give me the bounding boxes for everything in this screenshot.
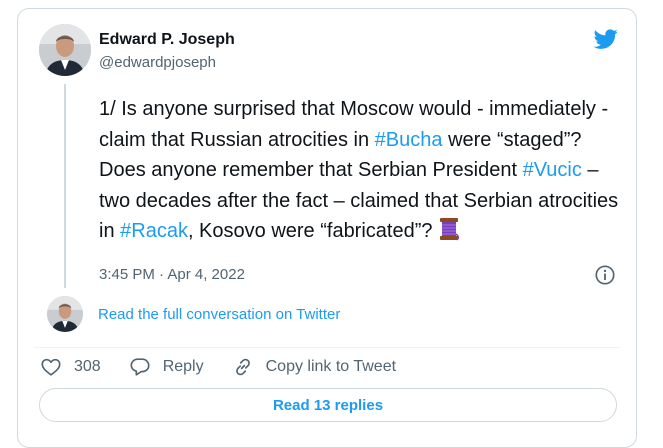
- hashtag-bucha[interactable]: #Bucha: [375, 129, 443, 151]
- like-count: 308: [74, 358, 101, 375]
- author-name[interactable]: Edward P. Joseph: [99, 31, 235, 49]
- link-icon: [235, 358, 250, 376]
- heart-icon: [41, 358, 61, 376]
- read-replies-button[interactable]: Read 13 replies: [39, 388, 617, 422]
- tweet-text-segment: , Kosovo were “fabricated”?: [187, 220, 439, 242]
- twitter-bird-icon[interactable]: [592, 27, 620, 51]
- conversation-avatar[interactable]: [47, 296, 83, 332]
- divider: [34, 347, 620, 348]
- like-button[interactable]: 308: [40, 356, 101, 378]
- spool-of-thread-icon: [438, 217, 460, 251]
- copy-link-label: Copy link to Tweet: [265, 358, 397, 375]
- author-handle[interactable]: @edwardpjoseph: [99, 54, 216, 71]
- tweet-timestamp[interactable]: 3:45 PM · Apr 4, 2022: [99, 266, 245, 283]
- copy-link-button[interactable]: Copy link to Tweet: [232, 356, 396, 378]
- info-icon[interactable]: [594, 264, 616, 286]
- tweet-card: Edward P. Joseph @edwardpjoseph 1/ Is an…: [17, 8, 637, 448]
- author-avatar[interactable]: [39, 24, 91, 76]
- tweet-text: 1/ Is anyone surprised that Moscow would…: [99, 94, 629, 251]
- reply-button[interactable]: Reply: [129, 356, 204, 378]
- hashtag-vucic[interactable]: #Vucic: [523, 159, 582, 181]
- reply-label: Reply: [162, 358, 204, 375]
- read-conversation-link[interactable]: Read the full conversation on Twitter: [98, 306, 340, 323]
- speech-bubble-icon: [130, 358, 150, 376]
- thread-line: [64, 84, 66, 288]
- hashtag-racak[interactable]: #Racak: [120, 220, 188, 242]
- tweet-actions: 308 Reply Copy link to Tweet: [40, 355, 424, 379]
